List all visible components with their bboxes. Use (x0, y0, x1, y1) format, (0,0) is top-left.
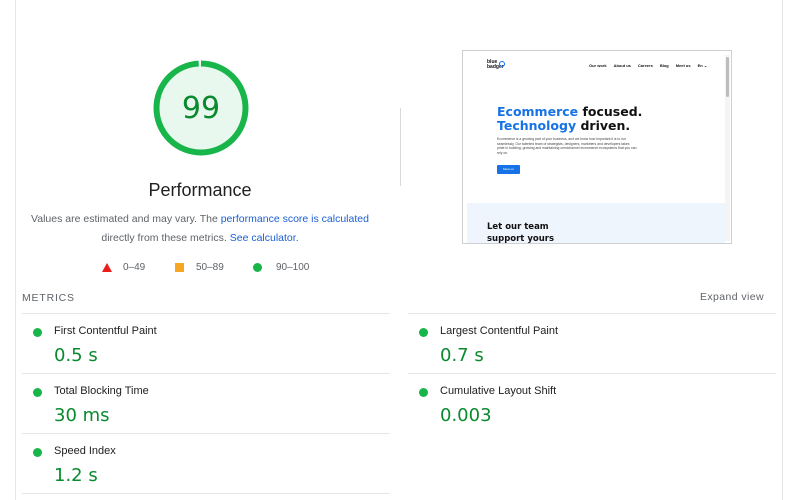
pass-circle-icon (419, 328, 428, 337)
left-border (15, 0, 16, 500)
pass-circle-icon (419, 388, 428, 397)
metric-value: 0.5 s (54, 345, 98, 366)
circle-icon (253, 263, 262, 272)
legend-fail-label: 0–49 (123, 262, 146, 273)
band-line: support yours (487, 234, 555, 244)
hero-blue-word: Ecommerce (497, 104, 579, 119)
pass-circle-icon (33, 328, 42, 337)
legend-average-label: 50–89 (196, 262, 224, 273)
metric-value: 1.2 s (54, 465, 98, 486)
thumbnail-scrollbar (726, 57, 729, 97)
legend-pass: 90–100 (253, 262, 309, 273)
nav-item: Meet us (675, 63, 691, 68)
metric-cumulative-layout-shift: Cumulative Layout Shift 0.003 (408, 375, 768, 433)
hero-body-text: Ecommerce is a growing part of your busi… (497, 137, 637, 155)
hero-blue-word: Technology (497, 118, 577, 133)
metric-name: Speed Index (54, 445, 116, 457)
vertical-divider (400, 108, 401, 186)
nav-item: Careers (637, 63, 653, 68)
see-calculator-link[interactable]: See calculator. (230, 232, 299, 244)
page-screenshot-thumbnail[interactable]: blue badger Our work About us Careers Blo… (462, 50, 732, 244)
score-legend: 0–49 50–89 90–100 (0, 262, 400, 274)
band-line: Let our team (487, 222, 549, 232)
description-middle: directly from these metrics. (101, 232, 230, 244)
metrics-divider (408, 373, 776, 374)
legend-fail: 0–49 (102, 262, 145, 273)
nav-item: About us (613, 63, 631, 68)
metric-value: 30 ms (54, 405, 110, 426)
triangle-icon (102, 263, 112, 272)
pass-circle-icon (33, 388, 42, 397)
metric-name: Largest Contentful Paint (440, 325, 559, 337)
metrics-divider (22, 373, 390, 374)
hero-heading: Ecommerce focused. Technology driven. (497, 105, 677, 133)
metrics-divider (22, 313, 390, 314)
metric-speed-index: Speed Index 1.2 s (22, 435, 382, 493)
hero-black-word: driven. (576, 118, 631, 133)
nav-item: Our work (589, 63, 607, 68)
performance-description: Values are estimated and may vary. The p… (30, 210, 370, 248)
performance-title: Performance (148, 180, 252, 200)
logo-mark-icon (499, 61, 505, 67)
metric-name: First Contentful Paint (54, 325, 157, 337)
metrics-divider (22, 493, 390, 494)
performance-score: 99 (181, 90, 221, 126)
metrics-divider (22, 433, 390, 434)
band-heading: Let our team support yours (487, 221, 555, 244)
metrics-header: METRICS (22, 292, 75, 304)
metrics-divider (408, 313, 776, 314)
nav-item: Blog (659, 63, 669, 68)
description-prefix: Values are estimated and may vary. The (31, 213, 221, 225)
legend-average: 50–89 (175, 262, 224, 273)
metric-name: Total Blocking Time (54, 385, 149, 397)
metric-largest-contentful-paint: Largest Contentful Paint 0.7 s (408, 315, 768, 373)
metric-first-contentful-paint: First Contentful Paint 0.5 s (22, 315, 382, 373)
hero-black-word: focused. (578, 104, 643, 119)
nav-item: En ⌄ (697, 63, 708, 68)
score-calculated-link[interactable]: performance score is calculated (221, 213, 369, 225)
square-icon (175, 263, 184, 272)
site-nav: Our work About us Careers Blog Meet us E… (589, 63, 707, 68)
expand-view-toggle[interactable]: Expand view (700, 291, 764, 303)
metric-total-blocking-time: Total Blocking Time 30 ms (22, 375, 382, 433)
right-border (782, 0, 783, 500)
metric-value: 0.7 s (440, 345, 484, 366)
legend-pass-label: 90–100 (276, 262, 310, 273)
metric-name: Cumulative Layout Shift (440, 385, 557, 397)
pass-circle-icon (33, 448, 42, 457)
hero-button: Meet us (497, 165, 520, 174)
metric-value: 0.003 (440, 405, 492, 426)
